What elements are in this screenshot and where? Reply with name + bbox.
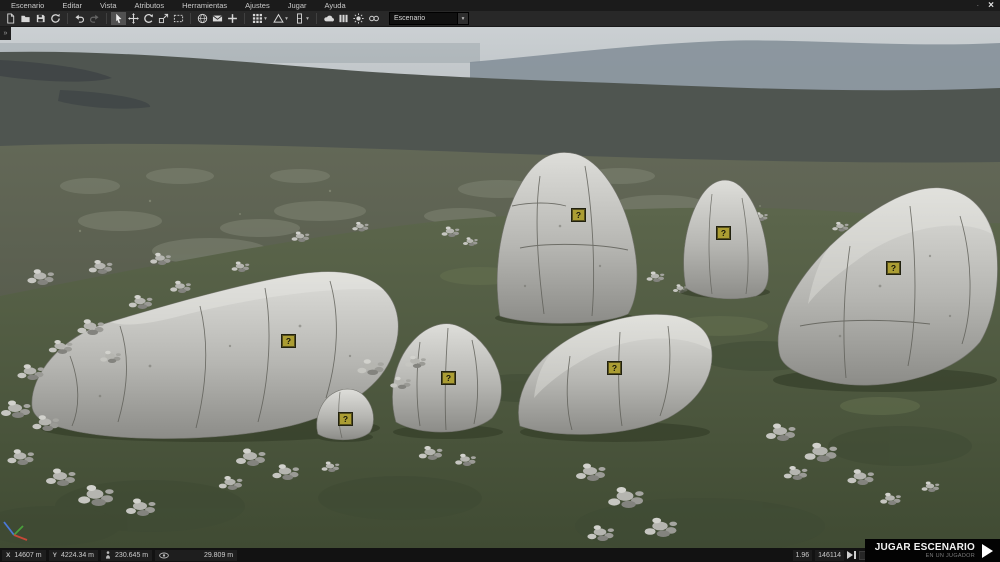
save-icon (36, 14, 45, 23)
marquee-icon (173, 14, 184, 23)
menu-vista[interactable]: Vista (91, 0, 126, 11)
object-marker[interactable]: ? (607, 361, 622, 375)
envelope-icon (212, 15, 223, 22)
translate-tool-button[interactable] (126, 12, 141, 25)
menubar: Escenario Editar Vista Atributos Herrami… (0, 0, 1000, 11)
reload-icon (51, 13, 60, 23)
play-scenario-title: JUGAR ESCENARIO (874, 542, 975, 553)
sim-stats: 1.96 146114 (792, 549, 868, 561)
vertical-bar-icon (297, 13, 303, 24)
globe-icon (197, 13, 208, 24)
file-icon (7, 13, 15, 24)
person-icon (106, 551, 111, 559)
chevron-down-icon: ▾ (306, 15, 309, 22)
plus-icon (228, 14, 237, 23)
surface-snap-button[interactable]: ▾ (270, 12, 291, 25)
toolbar: ▾ ▾ ▾ Escenario ▾ (0, 11, 1000, 27)
sim-speed-value: 1.96 (792, 549, 813, 561)
eye-icon (159, 552, 169, 558)
rotate-icon (144, 14, 153, 23)
camera-height-value: 230.645 m (115, 551, 149, 559)
play-scenario-subtitle: EN UN JUGADOR (925, 553, 975, 559)
area-select-tool-button[interactable] (171, 12, 186, 25)
menu-jugar[interactable]: Jugar (279, 0, 316, 11)
menu-editar[interactable]: Editar (53, 0, 91, 11)
fog-button[interactable] (366, 12, 381, 25)
toolbar-separator (67, 13, 68, 24)
camera-x-box: X 14607 m (2, 549, 46, 561)
x-axis-icon: X (6, 551, 11, 559)
statusbar: X 14607 m Y 4224.34 m 230.645 m 29.809 m… (0, 548, 1000, 562)
menu-ayuda[interactable]: Ayuda (316, 0, 355, 11)
new-scenario-button[interactable] (3, 12, 18, 25)
menu-atributos[interactable]: Atributos (126, 0, 174, 11)
glasses-icon (368, 15, 379, 22)
rotate-tool-button[interactable] (141, 12, 156, 25)
object-marker[interactable]: ? (571, 208, 586, 222)
bars-icon (339, 14, 348, 23)
menu-ajustes[interactable]: Ajustes (236, 0, 279, 11)
chevron-down-icon: ▾ (285, 15, 288, 22)
grid-snap-button[interactable]: ▾ (249, 12, 270, 25)
terrain-scene[interactable] (0, 26, 1000, 548)
undo-icon (75, 14, 85, 23)
redo-button[interactable] (87, 12, 102, 25)
view-distance-value: 29.809 m (203, 551, 234, 559)
object-marker[interactable]: ? (886, 261, 901, 275)
terrain-objects-button[interactable] (336, 12, 351, 25)
minimize-icon[interactable]: · (976, 1, 979, 10)
select-tool-button[interactable] (111, 12, 126, 25)
play-scenario-button[interactable]: JUGAR ESCENARIO EN UN JUGADOR (865, 539, 1000, 562)
save-scenario-button[interactable] (33, 12, 48, 25)
chevron-down-icon[interactable]: ▾ (457, 13, 468, 24)
object-marker[interactable]: ? (281, 334, 296, 348)
editor-window: Escenario Editar Vista Atributos Herrami… (0, 0, 1000, 562)
reload-button[interactable] (48, 12, 63, 25)
create-object-button[interactable] (225, 12, 240, 25)
play-scenario-text: JUGAR ESCENARIO EN UN JUGADOR (875, 542, 975, 559)
toolbar-separator (106, 13, 107, 24)
folder-icon (21, 15, 30, 23)
scenario-phase-value: Escenario (394, 15, 426, 22)
toolbar-separator (190, 13, 191, 24)
scale-icon (158, 13, 169, 24)
camera-height-box: 230.645 m (101, 549, 153, 561)
scenario-phase-dropdown[interactable]: Escenario ▾ (389, 12, 469, 25)
redo-icon (89, 14, 99, 23)
grid-icon (253, 13, 263, 23)
toggle-map-button[interactable] (195, 12, 210, 25)
object-marker[interactable]: ? (338, 412, 353, 426)
messages-button[interactable] (210, 12, 225, 25)
camera-y-value: 4224.34 m (60, 551, 95, 559)
panel-expand-button[interactable]: » (0, 27, 11, 40)
triangle-icon (273, 13, 284, 23)
step-play-icon[interactable] (847, 551, 856, 559)
undo-button[interactable] (72, 12, 87, 25)
cloud-icon (323, 15, 334, 22)
toolbar-separator (244, 13, 245, 24)
toolbar-separator (316, 13, 317, 24)
open-scenario-button[interactable] (18, 12, 33, 25)
close-icon[interactable]: × (988, 0, 994, 11)
move-icon (128, 13, 139, 24)
chevron-down-icon: ▾ (264, 15, 267, 22)
camera-x-value: 14607 m (14, 551, 42, 559)
object-count-value: 146114 (815, 549, 844, 561)
camera-y-box: Y 4224.34 m (48, 549, 99, 561)
y-axis-icon: Y (52, 551, 57, 559)
daylight-button[interactable] (351, 12, 366, 25)
view-distance-box: 29.809 m (155, 549, 238, 561)
cursor-icon (116, 13, 122, 24)
object-marker[interactable]: ? (441, 371, 456, 385)
menu-escenario[interactable]: Escenario (2, 0, 53, 11)
object-marker[interactable]: ? (716, 226, 731, 240)
window-controls: · × (976, 0, 1000, 11)
play-icon (982, 543, 993, 558)
vertical-snap-button[interactable]: ▾ (291, 12, 312, 25)
3d-viewport[interactable]: » ? ? ? ? ? ? ? (0, 26, 1000, 548)
scale-tool-button[interactable] (156, 12, 171, 25)
weather-button[interactable] (321, 12, 336, 25)
menu-herramientas[interactable]: Herramientas (173, 0, 236, 11)
sun-icon (353, 13, 364, 24)
